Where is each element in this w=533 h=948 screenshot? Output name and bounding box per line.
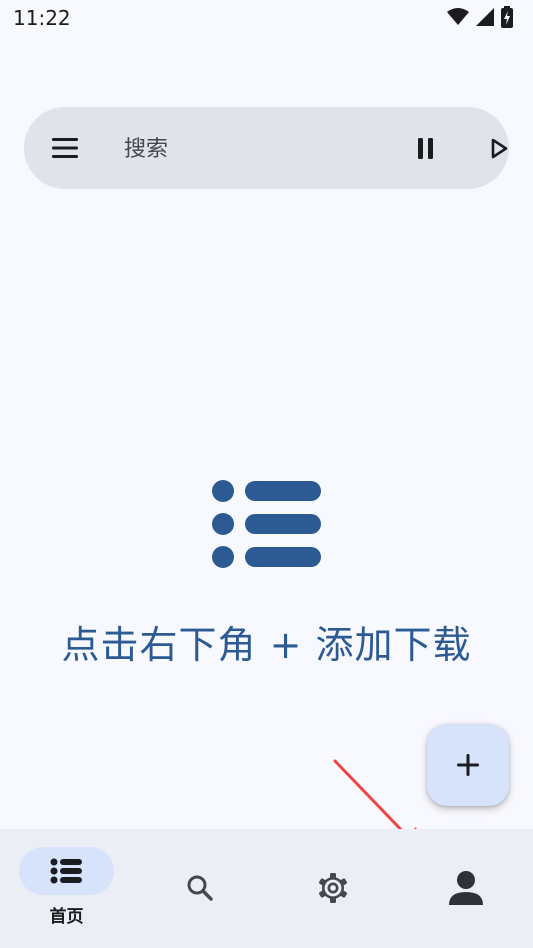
list-icon [50,858,82,884]
person-icon [449,871,483,905]
plus-icon [457,754,479,776]
nav-item-home[interactable]: 首页 [0,829,133,948]
nav-item-search[interactable] [133,829,266,948]
nav-label-home: 首页 [49,907,84,927]
wifi-icon [447,8,469,25]
nav-item-settings[interactable] [266,829,399,948]
play-icon[interactable] [482,133,514,165]
list-icon [212,480,321,568]
menu-icon[interactable] [50,134,80,162]
search-bar[interactable]: 搜索 [24,107,509,189]
bottom-nav: 首页 [0,829,533,948]
nav-item-profile[interactable] [399,829,532,948]
status-bar: 11:22 [0,0,533,36]
battery-icon [501,6,513,28]
search-icon [187,875,213,901]
pause-icon[interactable] [410,133,442,165]
status-icons [447,6,513,28]
empty-state-message: 点击右下角 + 添加下载 [61,623,472,667]
gear-icon [319,873,347,903]
add-download-button[interactable] [427,724,509,806]
signal-icon [476,8,494,26]
status-time: 11:22 [13,6,71,30]
search-placeholder[interactable]: 搜索 [124,131,168,163]
